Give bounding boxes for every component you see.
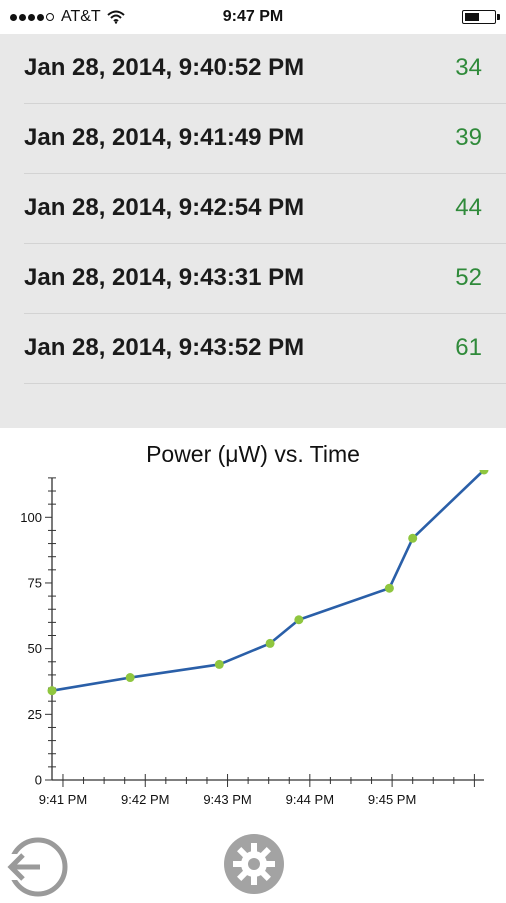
- chart-title: Power (μW) vs. Time: [146, 441, 360, 467]
- y-tick-label: 25: [28, 707, 42, 722]
- reading-value: 44: [455, 194, 482, 221]
- status-time: 9:47 PM: [222, 8, 284, 25]
- reading-timestamp: Jan 28, 2014, 9:41:49 PM: [24, 124, 305, 151]
- power-chart: 0 25 50 75 100 9:41 PM 9:42 PM 9:43 PM 9:44 PM 9:…: [20, 470, 489, 807]
- reading-value: 34: [455, 54, 482, 81]
- back-arrow-icon: [6, 837, 68, 897]
- reading-row[interactable]: Jan 28, 2014, 9:41:49 PM 39: [24, 104, 506, 174]
- back-button[interactable]: [6, 836, 70, 898]
- reading-row[interactable]: Jan 28, 2014, 9:43:31 PM 52: [24, 244, 506, 314]
- gear-icon: [224, 834, 284, 894]
- reading-timestamp: Jan 28, 2014, 9:40:52 PM: [24, 54, 305, 81]
- series-line: [51, 470, 485, 692]
- data-point: [125, 673, 135, 683]
- data-point: [384, 583, 394, 593]
- battery-icon: [462, 10, 500, 24]
- readings-list: Jan 28, 2014, 9:40:52 PM 34 Jan 28, 2014…: [0, 34, 506, 428]
- reading-value: 39: [455, 124, 482, 151]
- y-tick-label: 50: [28, 641, 42, 656]
- reading-timestamp: Jan 28, 2014, 9:42:54 PM: [24, 194, 305, 221]
- y-tick-label: 75: [28, 575, 42, 590]
- settings-button[interactable]: [222, 832, 286, 896]
- reading-row[interactable]: Jan 28, 2014, 9:40:52 PM 34: [24, 34, 506, 104]
- reading-timestamp: Jan 28, 2014, 9:43:31 PM: [24, 264, 305, 291]
- x-tick-label: 9:42 PM: [121, 792, 169, 807]
- status-bar: AT&T 9:47 PM: [0, 0, 506, 34]
- x-tick-label: 9:45 PM: [368, 792, 416, 807]
- data-point: [265, 638, 275, 648]
- data-point: [294, 615, 304, 625]
- x-tick-label: 9:41 PM: [39, 792, 87, 807]
- reading-row[interactable]: Jan 28, 2014, 9:43:52 PM 61: [24, 314, 506, 384]
- reading-value: 52: [455, 264, 482, 291]
- y-tick-label: 100: [20, 510, 42, 525]
- data-point: [214, 659, 224, 669]
- y-tick-label: 0: [35, 773, 42, 788]
- reading-row[interactable]: Jan 28, 2014, 9:42:54 PM 44: [24, 174, 506, 244]
- data-point: [408, 533, 418, 543]
- reading-value: 61: [455, 334, 482, 361]
- x-tick-label: 9:44 PM: [286, 792, 334, 807]
- data-point: [47, 686, 57, 696]
- reading-timestamp: Jan 28, 2014, 9:43:52 PM: [24, 334, 305, 361]
- x-tick-label: 9:43 PM: [203, 792, 251, 807]
